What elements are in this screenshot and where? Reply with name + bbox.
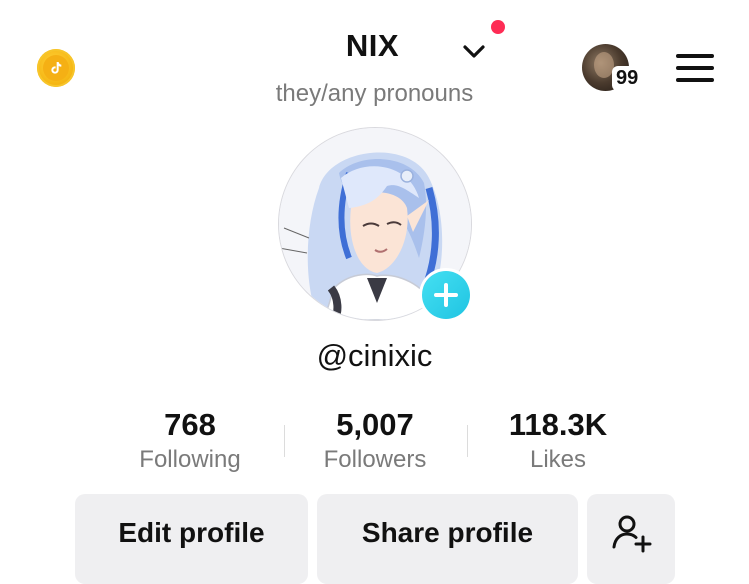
stat-likes: 118.3K Likes — [466, 405, 650, 475]
edit-profile-button[interactable]: Edit profile — [75, 494, 308, 584]
edit-profile-label: Edit profile — [118, 517, 265, 548]
account-switcher[interactable]: NIX — [0, 28, 749, 64]
add-user-icon — [612, 515, 652, 553]
stat-label: Likes — [529, 446, 587, 473]
notification-dot — [491, 20, 505, 34]
username: @cinixic — [316, 338, 433, 373]
stat-value: 5,007 — [336, 407, 414, 442]
hamburger-menu-icon[interactable] — [676, 54, 714, 82]
notification-count-badge: 99 — [612, 66, 643, 91]
share-profile-button[interactable]: Share profile — [317, 494, 578, 584]
plus-icon — [434, 283, 458, 307]
stat-label: Following — [139, 446, 241, 473]
add-story-button[interactable] — [422, 271, 470, 319]
stat-value: 118.3K — [508, 407, 608, 442]
stat-label: Followers — [323, 446, 427, 473]
share-profile-label: Share profile — [361, 517, 534, 548]
chevron-down-icon[interactable] — [461, 39, 487, 65]
stat-followers[interactable]: 5,007 Followers — [283, 405, 467, 475]
account-name: NIX — [345, 28, 400, 63]
stat-value: 768 — [164, 407, 216, 442]
add-friend-button[interactable] — [587, 494, 675, 584]
stat-following[interactable]: 768 Following — [98, 405, 282, 475]
